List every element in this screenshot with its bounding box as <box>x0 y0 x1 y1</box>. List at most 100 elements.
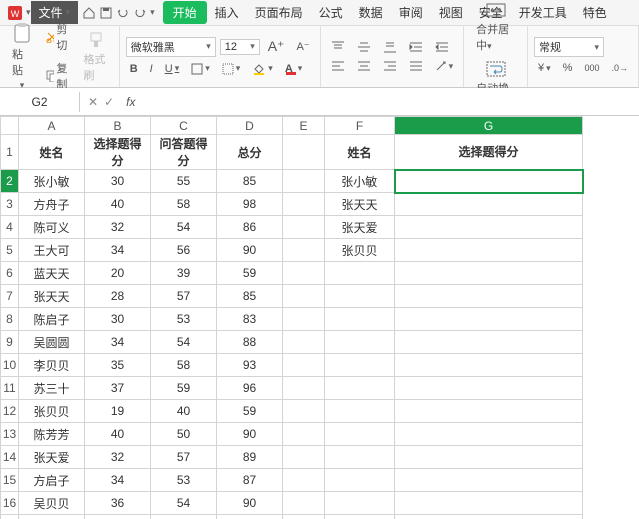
cell[interactable]: 90 <box>217 423 283 446</box>
cell[interactable]: 54 <box>151 216 217 239</box>
cell[interactable]: 89 <box>217 446 283 469</box>
row-head[interactable]: 7 <box>1 285 19 308</box>
cell[interactable]: 姓名 <box>19 135 85 170</box>
cell[interactable] <box>283 469 325 492</box>
cell[interactable] <box>283 285 325 308</box>
cell[interactable]: 总分 <box>217 135 283 170</box>
cell[interactable]: 36 <box>85 492 151 515</box>
bold-button[interactable]: B <box>126 61 142 77</box>
cut-button[interactable]: 剪切 <box>42 19 76 55</box>
percent-button[interactable]: % <box>559 60 577 76</box>
align-right-button[interactable] <box>379 58 401 74</box>
cell[interactable]: 90 <box>217 492 283 515</box>
tab-formula[interactable]: 公式 <box>311 1 351 24</box>
cell[interactable]: 39 <box>151 262 217 285</box>
sheet-grid[interactable]: A B C D E F G 1姓名选择题得分问答题得分总分姓名选择题得分2张小敏… <box>0 116 639 519</box>
name-box[interactable]: G2 <box>0 92 80 112</box>
home-icon[interactable] <box>82 6 96 20</box>
cell[interactable]: 张天天 <box>325 193 395 216</box>
cell[interactable] <box>325 469 395 492</box>
font-select[interactable]: 微软雅黑▾ <box>126 37 216 57</box>
cell[interactable]: 方启子 <box>19 469 85 492</box>
cell[interactable]: 58 <box>151 515 217 519</box>
col-head-g[interactable]: G <box>395 117 583 135</box>
cell[interactable]: 陈启子 <box>19 308 85 331</box>
cell[interactable] <box>283 331 325 354</box>
row-head[interactable]: 15 <box>1 469 19 492</box>
cell[interactable] <box>283 377 325 400</box>
more-font-button[interactable]: ▾ <box>218 61 245 77</box>
cell[interactable] <box>283 354 325 377</box>
cell[interactable] <box>283 239 325 262</box>
cell[interactable]: 98 <box>217 193 283 216</box>
fill-color-button[interactable]: ▾ <box>248 61 277 77</box>
cell[interactable]: 20 <box>85 262 151 285</box>
enter-formula-button[interactable]: ✓ <box>104 95 114 109</box>
fx-label[interactable]: fx <box>122 95 139 109</box>
tab-start[interactable]: 开始 <box>163 1 207 24</box>
cell[interactable]: 30 <box>85 308 151 331</box>
cell[interactable] <box>325 285 395 308</box>
justify-button[interactable] <box>405 58 427 74</box>
cell[interactable]: 王大可 <box>19 239 85 262</box>
cell[interactable]: 张贝贝 <box>325 239 395 262</box>
merge-center-button[interactable]: 合并居中▾ <box>470 0 521 55</box>
col-head-c[interactable]: C <box>151 117 217 135</box>
cell[interactable]: 53 <box>151 469 217 492</box>
col-head-a[interactable]: A <box>19 117 85 135</box>
cell[interactable]: 53 <box>151 308 217 331</box>
row-head[interactable]: 8 <box>1 308 19 331</box>
cell[interactable] <box>325 262 395 285</box>
cell[interactable]: 83 <box>217 308 283 331</box>
cell[interactable]: 陈芳芳 <box>19 423 85 446</box>
cell[interactable] <box>395 400 583 423</box>
cell[interactable] <box>395 193 583 216</box>
col-head-d[interactable]: D <box>217 117 283 135</box>
row-head[interactable]: 11 <box>1 377 19 400</box>
cell[interactable]: 李贝贝 <box>19 354 85 377</box>
italic-button[interactable]: I <box>146 61 157 77</box>
cell[interactable] <box>395 262 583 285</box>
cell[interactable]: 吴贝贝 <box>19 492 85 515</box>
cancel-formula-button[interactable]: ✕ <box>88 95 98 109</box>
selected-cell[interactable] <box>395 170 583 193</box>
row-head[interactable]: 13 <box>1 423 19 446</box>
cell[interactable]: 93 <box>217 354 283 377</box>
cell[interactable] <box>325 446 395 469</box>
cell[interactable]: 86 <box>217 515 283 519</box>
qat-chevron[interactable]: ▾ <box>150 7 155 18</box>
cell[interactable]: 32 <box>85 216 151 239</box>
cell[interactable] <box>325 377 395 400</box>
cell[interactable]: 30 <box>85 170 151 193</box>
cell[interactable]: 40 <box>85 193 151 216</box>
cell[interactable]: 蓝天天 <box>19 262 85 285</box>
cell[interactable]: 85 <box>217 285 283 308</box>
undo-icon[interactable] <box>116 6 130 20</box>
cell[interactable] <box>395 377 583 400</box>
cell[interactable]: 姓名 <box>325 135 395 170</box>
increase-font-button[interactable]: A⁺ <box>264 36 289 57</box>
cell[interactable] <box>325 331 395 354</box>
cell[interactable]: 34 <box>85 239 151 262</box>
cell[interactable]: 56 <box>151 239 217 262</box>
cell[interactable]: 58 <box>151 193 217 216</box>
cell[interactable]: 55 <box>151 170 217 193</box>
cell[interactable] <box>395 285 583 308</box>
row-head[interactable]: 1 <box>1 135 19 170</box>
cell[interactable]: 32 <box>85 446 151 469</box>
cell[interactable] <box>283 262 325 285</box>
cell[interactable]: 28 <box>85 285 151 308</box>
increase-decimal-button[interactable]: .0→ <box>607 61 632 75</box>
cell[interactable]: 选择题得分 <box>85 135 151 170</box>
cell[interactable]: 54 <box>151 331 217 354</box>
cell[interactable] <box>325 492 395 515</box>
cell[interactable]: 58 <box>151 354 217 377</box>
cell[interactable] <box>395 469 583 492</box>
cell[interactable] <box>395 239 583 262</box>
cell[interactable]: 张天爱 <box>19 446 85 469</box>
cell[interactable] <box>325 354 395 377</box>
tab-special[interactable]: 特色 <box>575 1 615 24</box>
cell[interactable]: 吴圆圆 <box>19 331 85 354</box>
cell[interactable] <box>283 135 325 170</box>
cell[interactable] <box>395 216 583 239</box>
